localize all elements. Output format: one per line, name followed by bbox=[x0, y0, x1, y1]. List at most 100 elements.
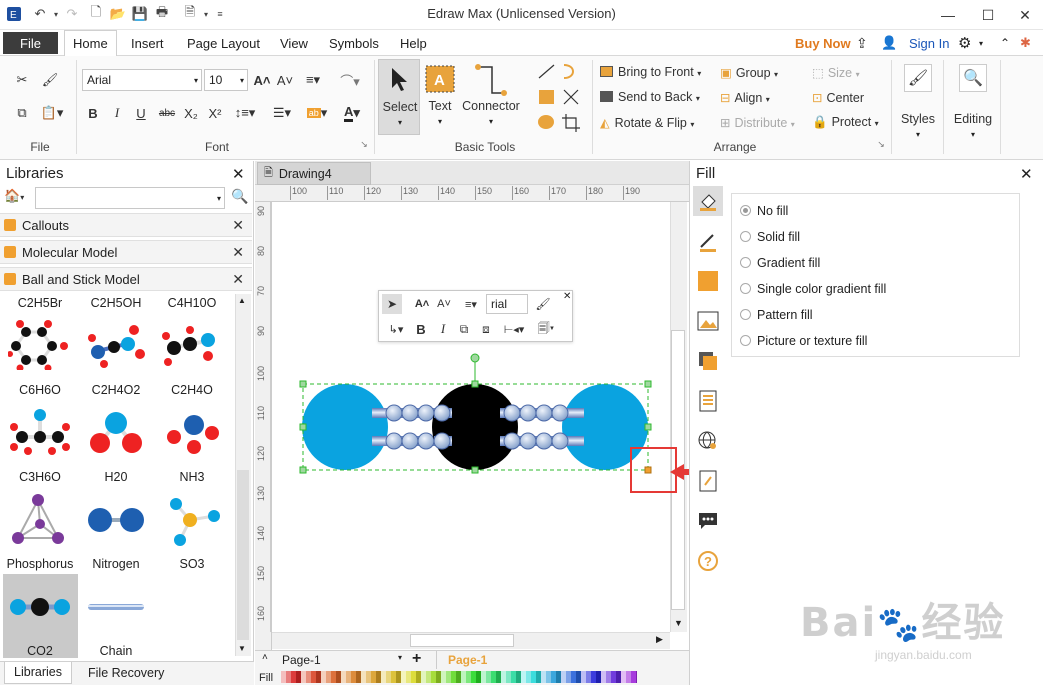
floating-font-select[interactable]: rial bbox=[486, 294, 528, 314]
style-icon[interactable]: 🗐▾ bbox=[533, 319, 559, 339]
font-dialog-launcher-icon[interactable]: ↘ bbox=[358, 138, 370, 150]
hyperlink-globe-icon[interactable] bbox=[693, 426, 723, 456]
align-button[interactable]: ⊟ Align ▾ bbox=[720, 90, 770, 105]
fill-option-pattern[interactable]: Pattern fill bbox=[740, 308, 813, 322]
text-align-icon[interactable]: ≡▾ bbox=[300, 70, 326, 90]
rotate-flip-button[interactable]: ◭ Rotate & Flip ▾ bbox=[600, 115, 694, 130]
shape-so3[interactable] bbox=[164, 496, 224, 548]
superscript-icon[interactable]: X² bbox=[206, 103, 224, 123]
line-spacing-icon[interactable]: ↕≡▾ bbox=[232, 103, 258, 123]
share-icon[interactable]: ⇪ bbox=[856, 30, 868, 56]
basic-shapes-palette[interactable] bbox=[536, 62, 586, 134]
editing-button[interactable]: 🔍 Editing ▾ bbox=[948, 60, 998, 150]
distribute-icon[interactable]: ⊢◂▾ bbox=[501, 319, 527, 339]
close-category-icon[interactable]: ✕ bbox=[232, 244, 244, 261]
tab-file-recovery[interactable]: File Recovery bbox=[88, 666, 164, 680]
attachment-icon[interactable] bbox=[693, 466, 723, 496]
page-select[interactable]: Page-1 ▾ bbox=[282, 653, 402, 667]
minimize-button[interactable]: — bbox=[928, 0, 968, 30]
paste-icon[interactable]: 📋▾ bbox=[38, 103, 66, 123]
center-button[interactable]: ⊡ Center bbox=[812, 90, 864, 105]
library-search-input[interactable]: ▾ bbox=[35, 187, 225, 209]
scroll-up-icon[interactable]: ▲ bbox=[238, 296, 246, 305]
highlight-color-icon[interactable]: ab ▾ bbox=[303, 103, 331, 123]
format-painter-icon[interactable]: ✂ bbox=[10, 70, 34, 90]
settings-dropdown-icon[interactable]: ▾ bbox=[979, 30, 983, 56]
shadow-tool-icon[interactable] bbox=[693, 266, 723, 296]
close-fill-panel-icon[interactable]: ✕ bbox=[1020, 165, 1033, 183]
tab-page-layout[interactable]: Page Layout bbox=[187, 30, 260, 56]
shape-c2h4o2[interactable] bbox=[84, 322, 148, 368]
shape-co2[interactable] bbox=[8, 595, 72, 619]
text-direction-icon[interactable]: ⌒▾ bbox=[334, 70, 366, 90]
grow-font-icon[interactable]: A˄ bbox=[252, 70, 272, 90]
brush-icon[interactable]: 🖌 bbox=[38, 70, 62, 90]
settings-gear-icon[interactable]: ⚙ bbox=[958, 30, 971, 56]
scroll-right-icon[interactable]: ▶ bbox=[656, 634, 663, 645]
page-properties-icon[interactable] bbox=[693, 386, 723, 416]
add-page-icon[interactable]: + bbox=[412, 650, 421, 668]
close-window-button[interactable]: ✕ bbox=[1005, 0, 1043, 30]
format-painter-icon[interactable]: 🖌 bbox=[533, 294, 553, 314]
search-icon[interactable]: 🔍 bbox=[231, 188, 248, 205]
subscript-icon[interactable]: X₂ bbox=[182, 103, 200, 123]
font-name-select[interactable]: Arial ▾ bbox=[82, 69, 202, 91]
file-menu-button[interactable]: File bbox=[3, 32, 58, 54]
library-category-callouts[interactable]: Callouts ✕ bbox=[0, 213, 252, 237]
shape-c6h6o[interactable] bbox=[8, 320, 72, 370]
color-palette[interactable] bbox=[281, 671, 637, 684]
styles-button[interactable]: 🖌 Styles ▾ bbox=[896, 60, 940, 150]
tab-view[interactable]: View bbox=[280, 30, 308, 56]
shrink-font-icon[interactable]: A˅ bbox=[435, 294, 453, 314]
layer-tool-icon[interactable] bbox=[693, 346, 723, 376]
fill-option-gradient[interactable]: Gradient fill bbox=[740, 256, 820, 270]
shape-nitrogen[interactable] bbox=[86, 505, 146, 535]
shape-h20[interactable] bbox=[88, 407, 144, 457]
help-icon[interactable]: ? bbox=[693, 546, 723, 576]
bring-to-front-button[interactable]: Bring to Front ▾ bbox=[600, 65, 701, 79]
library-category-ball-stick[interactable]: Ball and Stick Model ✕ bbox=[0, 267, 252, 291]
arrange-dialog-launcher-icon[interactable]: ↘ bbox=[875, 138, 887, 150]
shape-phosphorus[interactable] bbox=[10, 492, 70, 550]
library-category-molecular[interactable]: Molecular Model ✕ bbox=[0, 240, 252, 264]
pointer-icon[interactable]: ➤ bbox=[382, 294, 402, 314]
fill-option-solid[interactable]: Solid fill bbox=[740, 230, 800, 244]
tab-symbols[interactable]: Symbols bbox=[329, 30, 379, 56]
grow-font-icon[interactable]: A˄ bbox=[413, 294, 431, 314]
tab-insert[interactable]: Insert bbox=[131, 30, 164, 56]
bold-icon[interactable]: B bbox=[84, 103, 102, 123]
rotation-handle[interactable] bbox=[470, 353, 480, 363]
bullets-icon[interactable]: ☰▾ bbox=[268, 103, 296, 123]
image-tool-icon[interactable] bbox=[693, 306, 723, 336]
oxygen-atom-left[interactable] bbox=[302, 384, 388, 470]
italic-icon[interactable]: I bbox=[108, 103, 126, 123]
page-tab-active[interactable]: Page-1 bbox=[448, 653, 487, 667]
underline-icon[interactable]: U bbox=[132, 103, 150, 123]
send-to-back-button[interactable]: Send to Back ▾ bbox=[600, 90, 700, 104]
buy-now-link[interactable]: Buy Now bbox=[795, 30, 851, 56]
fill-option-single-gradient[interactable]: Single color gradient fill bbox=[740, 282, 886, 296]
shape-c3h6o[interactable] bbox=[10, 407, 70, 457]
fill-option-picture[interactable]: Picture or texture fill bbox=[740, 334, 867, 348]
distribute-button[interactable]: ⊞ Distribute ▾ bbox=[720, 115, 795, 130]
size-button[interactable]: ⬚ Size ▾ bbox=[812, 65, 860, 80]
bold-icon[interactable]: B bbox=[413, 319, 429, 339]
collapse-ribbon-icon[interactable]: ⌃ bbox=[1000, 30, 1010, 56]
tab-home[interactable]: Home bbox=[64, 30, 117, 56]
font-color-icon[interactable]: A ▾ bbox=[338, 103, 366, 123]
protect-button[interactable]: 🔒 Protect ▾ bbox=[812, 115, 879, 130]
text-align-icon[interactable]: ≡▾ bbox=[459, 294, 483, 314]
color-swatch[interactable] bbox=[636, 671, 637, 683]
tab-help[interactable]: Help bbox=[400, 30, 427, 56]
page-up-icon[interactable]: ˄ bbox=[262, 652, 268, 663]
shrink-font-icon[interactable]: A˅ bbox=[275, 70, 295, 90]
fill-option-no-fill[interactable]: No fill bbox=[740, 204, 788, 218]
tab-libraries[interactable]: Libraries bbox=[4, 662, 72, 684]
select-tool-button[interactable]: Select ▾ bbox=[378, 59, 420, 135]
shape-c2h4o[interactable] bbox=[160, 322, 224, 368]
copy-icon[interactable]: ⧉ bbox=[10, 103, 34, 123]
library-home-icon[interactable]: 🏠▾ bbox=[4, 188, 32, 208]
canvas-h-scroll-thumb[interactable] bbox=[410, 634, 514, 647]
close-libraries-icon[interactable]: ✕ bbox=[232, 165, 245, 183]
comment-icon[interactable] bbox=[693, 506, 723, 536]
